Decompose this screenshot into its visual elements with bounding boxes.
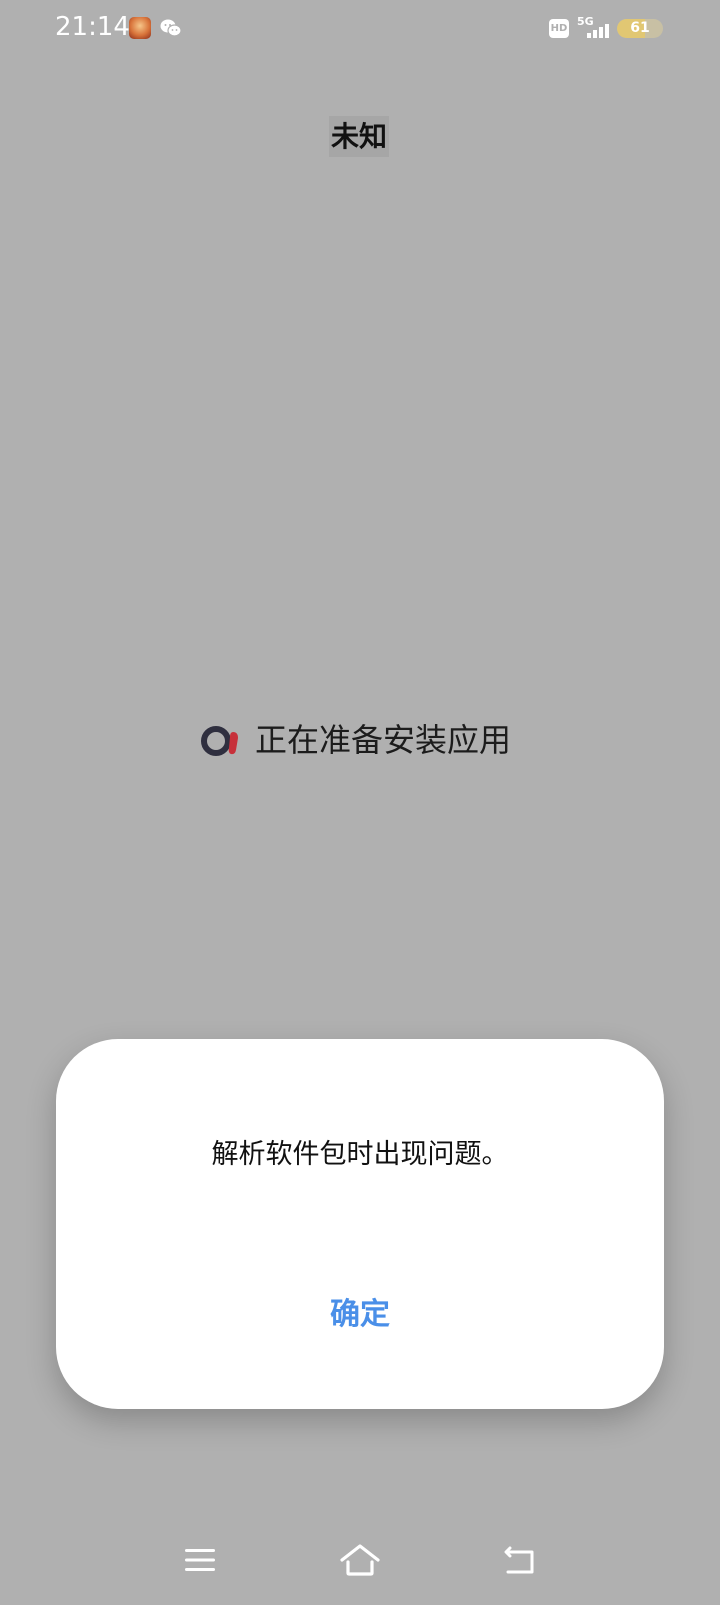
dialog-message: 解析软件包时出现问题。	[211, 1139, 509, 1170]
battery-indicator: 61	[617, 19, 663, 38]
navigation-bar	[0, 1530, 720, 1605]
loading-text: 正在准备安装应用	[255, 721, 512, 759]
back-button[interactable]	[485, 1530, 555, 1590]
wechat-icon	[160, 19, 182, 37]
signal-strength-icon	[587, 24, 609, 38]
menu-icon	[185, 1549, 215, 1571]
install-progress-row: 正在准备安装应用	[200, 716, 530, 764]
status-time: 21:14	[55, 12, 130, 42]
recent-apps-button[interactable]	[165, 1530, 235, 1590]
battery-level-text: 61	[630, 20, 650, 36]
loading-spinner-icon	[201, 726, 238, 756]
status-bar: 21:14 HD 5G 61	[0, 0, 720, 60]
back-icon	[504, 1546, 534, 1574]
app-notification-icon	[129, 17, 151, 39]
hd-badge: HD	[549, 19, 569, 38]
error-dialog: 解析软件包时出现问题。 确定	[56, 1039, 664, 1409]
app-name-title: 未知	[329, 116, 390, 157]
home-icon	[340, 1544, 380, 1576]
home-button[interactable]	[325, 1530, 395, 1590]
confirm-button[interactable]: 确定	[310, 1285, 410, 1345]
